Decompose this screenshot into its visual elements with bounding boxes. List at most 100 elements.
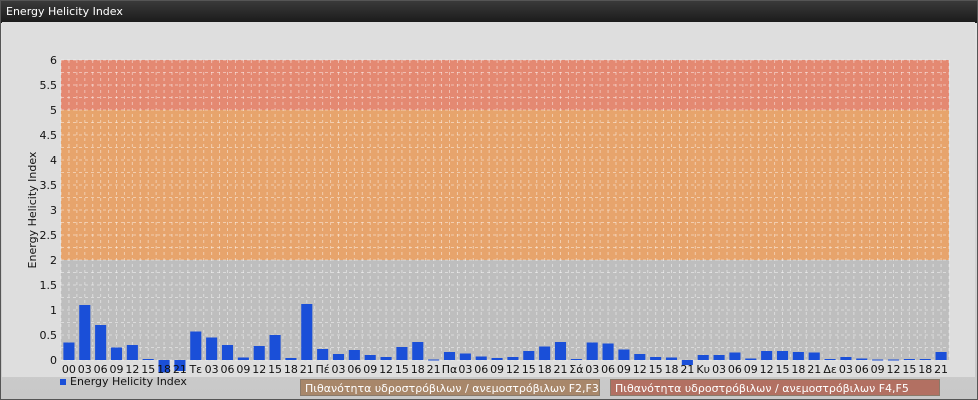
bar: [95, 325, 107, 360]
x-tick-label: Δε: [823, 363, 837, 376]
bar: [618, 349, 630, 360]
bar: [364, 355, 376, 360]
y-tick-label: 2.5: [40, 229, 58, 242]
bar: [79, 305, 91, 360]
legend-series-label: Energy Helicity Index: [70, 375, 187, 388]
y-tick-label: 2: [50, 254, 57, 267]
bar: [142, 359, 154, 360]
bar: [665, 357, 678, 360]
y-axis-label: Energy Helicity Index: [26, 151, 39, 268]
y-tick-label: 6: [50, 54, 57, 67]
x-tick-label: 18: [791, 363, 805, 376]
bar: [396, 347, 408, 360]
bar: [761, 351, 773, 360]
bar: [269, 335, 281, 360]
window-title: Energy Helicity Index: [1, 1, 977, 23]
x-tick-label: 12: [252, 363, 266, 376]
x-tick-label: 15: [776, 363, 790, 376]
bar: [808, 352, 820, 360]
bar: [903, 359, 915, 360]
bar: [523, 351, 535, 360]
y-tick-label: 1.5: [40, 279, 58, 292]
y-tick-label: 3: [50, 204, 57, 217]
x-tick-label: 09: [363, 363, 377, 376]
bar: [713, 355, 725, 360]
x-tick-label: 18: [284, 363, 298, 376]
bar: [475, 356, 487, 360]
legend-swatch: [60, 379, 66, 385]
x-tick-label: 06: [855, 363, 869, 376]
bar: [301, 304, 313, 360]
bar: [126, 345, 138, 360]
x-tick-label: 12: [760, 363, 774, 376]
x-tick-label: 06: [347, 363, 361, 376]
bar: [190, 331, 202, 360]
x-tick-label: 09: [617, 363, 631, 376]
y-tick-label: 5: [50, 104, 57, 117]
legend-band-f2f3: Πιθανότητα υδροστρόβιλων / ανεμοστρόβιλω…: [300, 379, 600, 396]
x-tick-label: Πα: [442, 363, 458, 376]
bar: [63, 342, 75, 360]
y-tick-label: 0.5: [40, 329, 58, 342]
x-tick-label: 18: [538, 363, 552, 376]
bar: [221, 345, 234, 360]
x-tick-label: 09: [236, 363, 250, 376]
x-tick-label: 12: [379, 363, 393, 376]
bar: [237, 357, 249, 360]
bar: [539, 346, 551, 360]
x-tick-label: 18: [665, 363, 679, 376]
x-tick-label: 03: [332, 363, 346, 376]
bar: [570, 359, 582, 360]
bar: [745, 358, 757, 360]
legend-series: Energy Helicity Index: [60, 375, 187, 388]
x-tick-label: 09: [871, 363, 885, 376]
bar: [507, 357, 519, 360]
x-tick-label: Κυ: [696, 363, 710, 376]
y-tick-label: 1: [50, 304, 57, 317]
x-tick-label: 06: [474, 363, 488, 376]
x-tick-label: 15: [395, 363, 409, 376]
bar: [380, 357, 392, 360]
bar: [206, 337, 218, 360]
x-tick-label: 03: [458, 363, 472, 376]
bar: [792, 352, 804, 360]
y-tick-label: 5.5: [40, 79, 58, 92]
bar: [824, 359, 836, 360]
bar: [110, 347, 123, 360]
x-tick-label: 06: [728, 363, 742, 376]
ehi-chart: 0 0.5 1 1.5 2 2.5 3 3.5 4 4.5 5 5.5 6 Energy Helicity…: [2, 22, 975, 377]
bar: [602, 343, 614, 360]
bar: [586, 342, 598, 360]
bar: [459, 353, 471, 360]
x-tick-label: 15: [268, 363, 282, 376]
x-tick-label: 12: [887, 363, 901, 376]
x-tick-label: 15: [902, 363, 916, 376]
x-tick-label: 21: [427, 363, 441, 376]
bar: [776, 351, 789, 360]
x-tick-label: 18: [918, 363, 932, 376]
bar: [872, 359, 884, 361]
x-tick-label: 18: [411, 363, 425, 376]
x-tick-label: 15: [649, 363, 663, 376]
x-tick-label: Πέ: [316, 363, 330, 376]
x-tick-label: Σά: [569, 363, 583, 376]
bar: [919, 359, 931, 360]
bar: [634, 354, 646, 360]
y-tick-label: 0: [50, 354, 57, 367]
bar: [697, 355, 709, 360]
y-tick-label: 4: [50, 154, 57, 167]
x-tick-label: 03: [585, 363, 599, 376]
bar: [428, 359, 440, 361]
x-tick-label: 09: [490, 363, 504, 376]
x-tick-label: 12: [633, 363, 647, 376]
bar: [317, 349, 329, 360]
x-tick-label: 03: [839, 363, 853, 376]
legend-band-f4f5: Πιθανότητα υδροστρόβιλων / ανεμοστρόβιλω…: [610, 379, 940, 396]
x-tick-label: 03: [205, 363, 219, 376]
x-tick-label: 21: [680, 363, 694, 376]
x-tick-label: 21: [300, 363, 314, 376]
x-tick-label: 06: [601, 363, 615, 376]
bar: [650, 357, 662, 360]
x-tick-label: 21: [934, 363, 948, 376]
x-tick-label: 21: [807, 363, 821, 376]
